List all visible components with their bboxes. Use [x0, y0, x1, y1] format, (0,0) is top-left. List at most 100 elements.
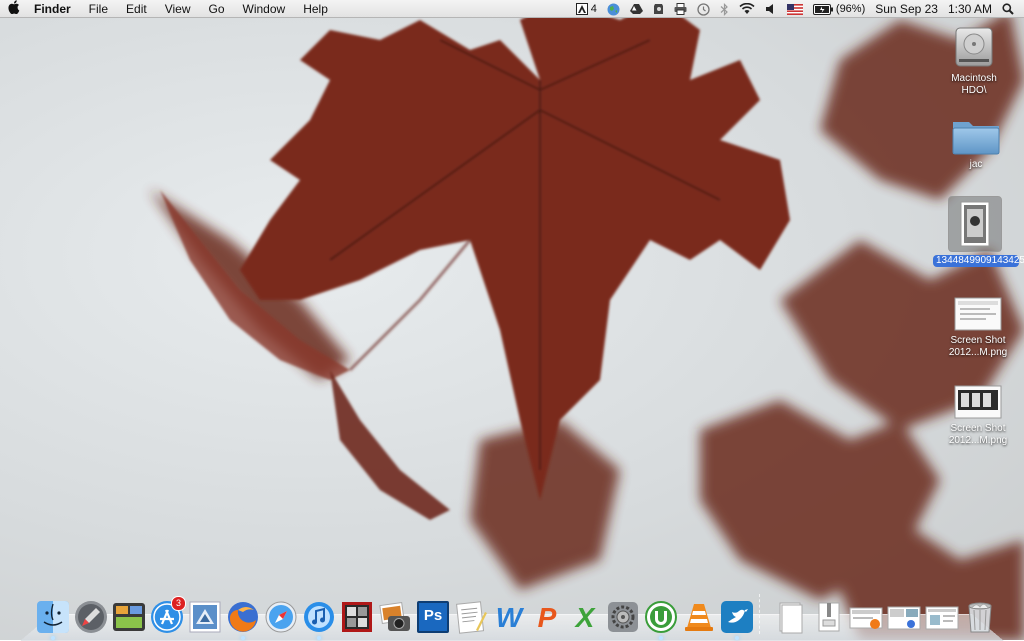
printer-menu-extra[interactable]: [669, 3, 692, 15]
spotlight-search-icon: [1002, 3, 1014, 15]
printer-icon: [674, 3, 687, 15]
dock-item-vlc[interactable]: [682, 600, 716, 634]
volume-menu-extra[interactable]: [760, 3, 782, 15]
dock-item-firefox[interactable]: [226, 600, 260, 640]
textedit-icon: [456, 601, 487, 634]
drive-sync-icon: [629, 4, 643, 14]
battery-menu-extra[interactable]: (96%): [808, 0, 870, 18]
globe-icon: [607, 3, 620, 15]
desktop-icon-screenshot-1[interactable]: Screen Shot 2012...M.png: [936, 296, 1020, 359]
finder-icon: [37, 601, 69, 633]
desktop-icon-label: Macintosh HDO\: [951, 73, 997, 96]
iphoto-camera-icon: [379, 601, 410, 631]
dock-item-mail[interactable]: [188, 600, 222, 634]
spotlight-menu-extra[interactable]: [997, 3, 1024, 15]
clock-date[interactable]: Sun Sep 23: [870, 0, 943, 18]
archive-zip-icon: [818, 602, 840, 632]
apple-menu-icon[interactable]: [0, 0, 28, 17]
dock-item-photo-booth[interactable]: [340, 600, 374, 634]
menu-edit[interactable]: Edit: [117, 0, 156, 18]
wifi-icon: [739, 3, 755, 14]
running-indicator: [51, 636, 55, 640]
running-indicator: [317, 636, 321, 640]
evernote-icon: [653, 4, 663, 14]
itunes-icon: [304, 602, 334, 632]
dock-item-documents-stack[interactable]: [773, 600, 807, 634]
clock-time[interactable]: 1:30 AM: [943, 0, 997, 18]
running-indicator: [659, 636, 663, 640]
mail-stamp-icon: [189, 601, 221, 633]
dock-item-launchpad[interactable]: [74, 600, 108, 634]
desktop-icon-label: jac: [969, 159, 983, 170]
dock: 3 Ps W P X: [34, 590, 999, 640]
dock-item-utorrent[interactable]: [644, 600, 678, 640]
downloads-stack-icon: [849, 607, 883, 629]
dock-item-archive[interactable]: [811, 600, 845, 634]
dock-item-finder[interactable]: [36, 600, 70, 640]
volume-icon: [765, 4, 773, 14]
dock-item-mission-control[interactable]: [112, 600, 146, 634]
dock-item-system-preferences[interactable]: [606, 600, 640, 634]
excel-glyph: X: [575, 602, 595, 633]
menu-bar: Finder File Edit View Go Window Help 4 (…: [0, 0, 1024, 18]
menu-file[interactable]: File: [80, 0, 117, 18]
powerpoint-glyph: P: [537, 602, 557, 633]
dock-item-twitter[interactable]: [720, 600, 754, 640]
desktop-icon-screenshot-2[interactable]: Screen Shot 2012...M.png: [936, 384, 1020, 447]
dock-item-downloads-stack[interactable]: [849, 600, 883, 634]
time-machine-menu-extra[interactable]: [692, 2, 715, 16]
folder-icon: [952, 122, 1000, 155]
launchpad-rocket-icon: [75, 601, 107, 633]
dock-item-iphoto[interactable]: [378, 600, 412, 634]
documents-stack-icon: [779, 602, 803, 634]
trash-icon: [968, 602, 992, 633]
dock-item-photoshop[interactable]: Ps: [416, 600, 450, 634]
menu-window[interactable]: Window: [234, 0, 295, 18]
desktop-icon-label: Screen Shot 2012...M.png: [948, 335, 1008, 358]
bluetooth-menu-extra[interactable]: [715, 2, 734, 16]
photo-booth-icon: [342, 602, 372, 632]
screenshot-thumbnail-icon: [954, 385, 1002, 419]
dock-item-trash[interactable]: [963, 600, 997, 634]
menu-go[interactable]: Go: [200, 0, 234, 18]
dock-item-word[interactable]: W: [492, 600, 526, 634]
desktop-icon-jac-folder[interactable]: jac: [934, 116, 1018, 171]
dock-item-app-store[interactable]: 3: [150, 596, 186, 634]
dock-item-recent-stack[interactable]: [925, 600, 959, 634]
dock-item-powerpoint[interactable]: P: [530, 600, 564, 634]
recent-stack-icon: [925, 606, 959, 630]
drive-menu-extra[interactable]: [625, 3, 648, 15]
input-source-menu-extra[interactable]: [782, 3, 808, 15]
dock-item-itunes[interactable]: [302, 600, 336, 640]
app-menu-finder[interactable]: Finder: [28, 0, 80, 18]
adobe-icon: [575, 3, 588, 15]
photoshop-glyph: Ps: [423, 607, 443, 624]
dock-item-safari[interactable]: [264, 600, 298, 634]
running-indicator: [735, 636, 739, 640]
menu-view[interactable]: View: [156, 0, 200, 18]
desktop-icon-label: 1344849909143425.png: [933, 255, 1024, 267]
dock-item-excel[interactable]: X: [568, 600, 602, 634]
evernote-menu-extra[interactable]: [648, 3, 669, 15]
screenshot-thumbnail-icon: [954, 297, 1002, 331]
app-store-update-badge: 3: [171, 596, 186, 611]
adobe-menu-extra[interactable]: 4: [571, 0, 602, 18]
vlc-cone-icon: [685, 604, 713, 631]
dock-separator: [759, 594, 768, 634]
system-preferences-gear-icon: [608, 602, 638, 632]
screenshot-stack-icon: [887, 606, 921, 630]
battery-percent: (96%): [835, 3, 866, 15]
desktop-icon-png-file[interactable]: 1344849909143425.png: [933, 196, 1024, 267]
utorrent-icon: [645, 601, 677, 633]
desktop-wallpaper: [0, 0, 1024, 640]
dock-item-screenshot-stack[interactable]: [887, 600, 921, 634]
running-indicator: [241, 636, 245, 640]
adobe-count: 4: [590, 3, 597, 15]
desktop-icon-macintosh-hd[interactable]: Macintosh HDO\: [932, 24, 1016, 97]
dock-item-textedit[interactable]: [454, 600, 488, 634]
battery-icon: [812, 3, 833, 15]
menu-help[interactable]: Help: [294, 0, 337, 18]
globe-menu-extra[interactable]: [602, 3, 625, 16]
wifi-menu-extra[interactable]: [734, 3, 760, 15]
twitter-bird-icon: [721, 601, 753, 633]
